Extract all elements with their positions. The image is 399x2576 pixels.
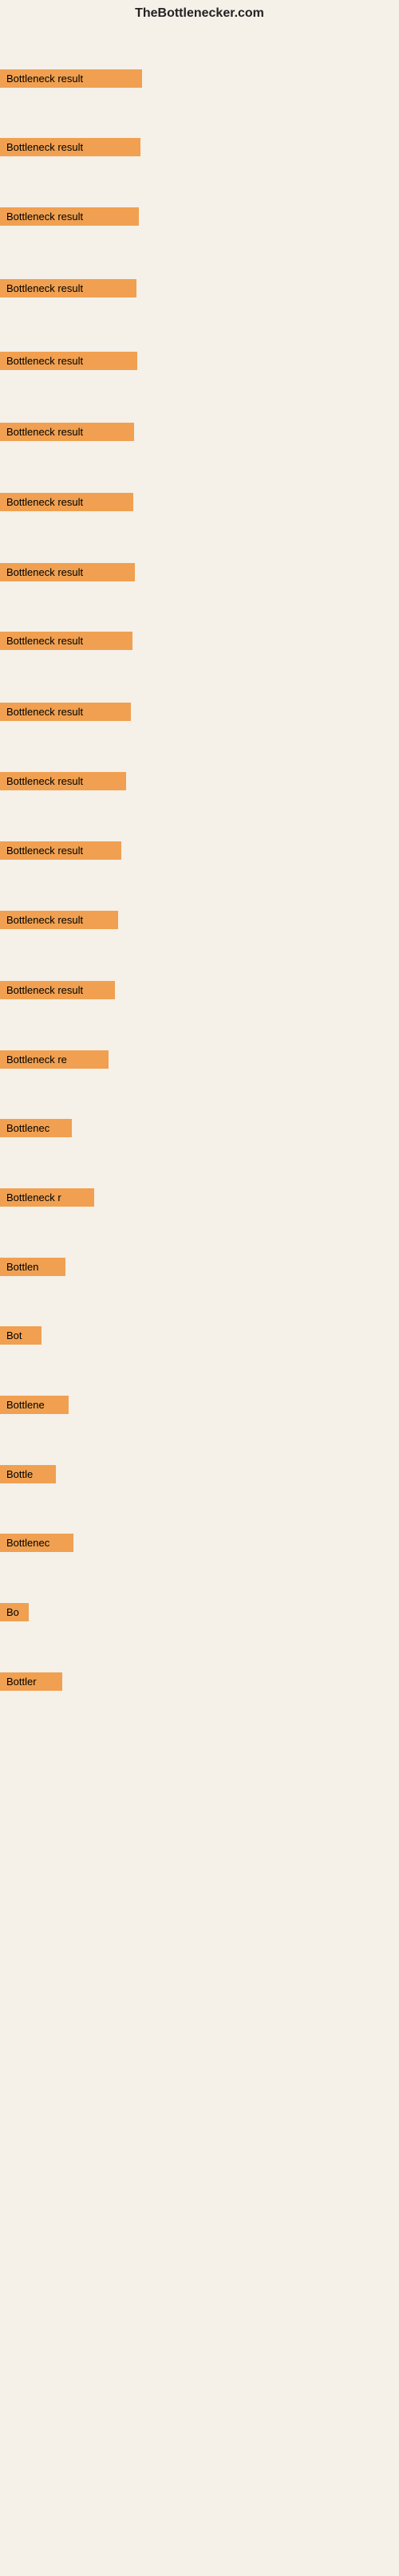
bottleneck-bar-1: Bottleneck result <box>0 69 142 88</box>
bottleneck-row: Bottleneck result <box>0 772 126 794</box>
bottleneck-row: Bottlen <box>0 1258 65 1280</box>
bottleneck-row: Bottleneck result <box>0 207 139 230</box>
bottleneck-row: Bottleneck result <box>0 841 121 864</box>
bottleneck-bar-19: Bot <box>0 1326 41 1345</box>
bottleneck-row: Bottleneck result <box>0 138 140 160</box>
bottleneck-bar-10: Bottleneck result <box>0 703 131 721</box>
bottleneck-bar-18: Bottlen <box>0 1258 65 1276</box>
bottleneck-row: Bottle <box>0 1465 56 1487</box>
bottleneck-bar-15: Bottleneck re <box>0 1050 109 1069</box>
bottleneck-row: Bottleneck result <box>0 493 133 515</box>
bottleneck-bar-7: Bottleneck result <box>0 493 133 511</box>
bottleneck-bar-4: Bottleneck result <box>0 279 136 297</box>
bottleneck-row: Bottlenec <box>0 1119 72 1141</box>
bottleneck-bar-2: Bottleneck result <box>0 138 140 156</box>
site-title: TheBottlenecker.com <box>0 0 399 24</box>
bottleneck-row: Bottleneck result <box>0 632 132 654</box>
bottleneck-bar-3: Bottleneck result <box>0 207 139 226</box>
bottleneck-bar-16: Bottlenec <box>0 1119 72 1137</box>
bottleneck-bar-14: Bottleneck result <box>0 981 115 999</box>
bottleneck-row: Bottleneck result <box>0 279 136 301</box>
bottleneck-bar-13: Bottleneck result <box>0 911 118 929</box>
bottleneck-bar-21: Bottle <box>0 1465 56 1483</box>
bottleneck-bar-9: Bottleneck result <box>0 632 132 650</box>
bottleneck-row: Bottleneck result <box>0 423 134 445</box>
bottleneck-bar-22: Bottlenec <box>0 1534 73 1552</box>
bottleneck-bar-23: Bo <box>0 1603 29 1621</box>
bottleneck-bar-11: Bottleneck result <box>0 772 126 790</box>
bottleneck-bar-20: Bottlene <box>0 1396 69 1414</box>
bottleneck-row: Bottlene <box>0 1396 69 1418</box>
bottleneck-row: Bottleneck result <box>0 352 137 374</box>
bottleneck-bar-24: Bottler <box>0 1672 62 1691</box>
bottleneck-row: Bottleneck result <box>0 69 142 92</box>
bottleneck-row: Bottleneck r <box>0 1188 94 1211</box>
bottleneck-row: Bottleneck result <box>0 563 135 585</box>
bottleneck-row: Bottleneck result <box>0 981 115 1003</box>
bottleneck-row: Bot <box>0 1326 41 1349</box>
bottleneck-row: Bottleneck re <box>0 1050 109 1073</box>
bottleneck-bar-5: Bottleneck result <box>0 352 137 370</box>
bottleneck-bar-17: Bottleneck r <box>0 1188 94 1207</box>
bottleneck-row: Bottlenec <box>0 1534 73 1556</box>
bottleneck-row: Bottler <box>0 1672 62 1695</box>
bottleneck-row: Bo <box>0 1603 29 1625</box>
bottleneck-bar-12: Bottleneck result <box>0 841 121 860</box>
bottleneck-row: Bottleneck result <box>0 703 131 725</box>
bottleneck-bar-6: Bottleneck result <box>0 423 134 441</box>
bottleneck-bar-8: Bottleneck result <box>0 563 135 581</box>
bottleneck-row: Bottleneck result <box>0 911 118 933</box>
